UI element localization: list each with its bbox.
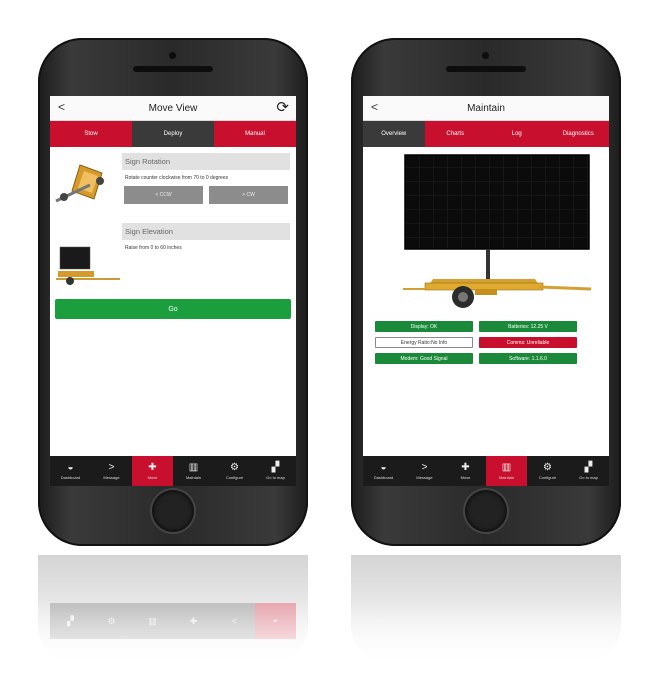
- move-view-screen: < Move View ⟳ Stow Deploy Manual Sign Ro…: [50, 96, 296, 486]
- bottom-nav: ◒ Dashboard > Message ✚ Move ▥ Maintain …: [50, 456, 296, 486]
- phone-reflection-right: [351, 555, 621, 665]
- status-modem: Modem: Good Signal: [375, 353, 473, 364]
- status-batteries: Batteries: 12.25 V: [479, 321, 577, 332]
- chevron-right-icon: >: [421, 462, 428, 473]
- map-icon: ▞: [271, 462, 280, 473]
- nav-dashboard[interactable]: ◒ Dashboard: [50, 456, 91, 486]
- nav-go-to-map[interactable]: ▞ Go to map: [255, 456, 296, 486]
- bottom-nav: ◒ Dashboard > Message ✚ Move ▥ Maintain …: [363, 456, 609, 486]
- nav-go-to-map[interactable]: ▞ Go to map: [568, 456, 609, 486]
- nav-message[interactable]: > Message: [404, 456, 445, 486]
- back-icon[interactable]: <: [58, 100, 65, 114]
- move-icon: ✚: [461, 462, 470, 473]
- back-icon[interactable]: <: [371, 100, 378, 114]
- sign-elevation-description: Raise from 0 to 60 inches: [125, 245, 182, 251]
- status-software: Software: 1.1.6.0: [479, 353, 577, 364]
- move-tabs: Stow Deploy Manual: [50, 121, 296, 147]
- bar-chart-icon: ▥: [501, 462, 512, 473]
- dashboard-icon: ◒: [67, 462, 74, 473]
- phone-move-view: < Move View ⟳ Stow Deploy Manual Sign Ro…: [38, 38, 308, 546]
- header-bar: < Move View ⟳: [50, 96, 296, 121]
- nav-configure[interactable]: ⚙ Configure: [214, 456, 255, 486]
- cw-button[interactable]: > CW: [209, 186, 288, 204]
- phone-maintain: < Maintain Overview Charts Log Diagnosti…: [351, 38, 621, 546]
- nav-message[interactable]: > Message: [91, 456, 132, 486]
- nav-move[interactable]: ✚ Move: [132, 456, 173, 486]
- sign-rotation-section: Sign Rotation Rotate counter clockwise f…: [50, 151, 296, 221]
- earpiece-speaker: [133, 66, 213, 72]
- nav-maintain[interactable]: ▥ Maintain: [173, 456, 214, 486]
- sign-rotation-description: Rotate counter clockwise from 70 to 0 de…: [125, 175, 229, 181]
- sign-elevation-title: Sign Elevation: [122, 223, 290, 240]
- tab-stow[interactable]: Stow: [50, 121, 132, 147]
- sign-rotation-title: Sign Rotation: [122, 153, 290, 170]
- tab-diagnostics[interactable]: Diagnostics: [547, 121, 609, 147]
- home-button[interactable]: [152, 490, 194, 532]
- page-title: Maintain: [467, 102, 505, 114]
- nav-dashboard[interactable]: ◒ Dashboard: [363, 456, 404, 486]
- message-board-trailer-image: [363, 153, 609, 313]
- tab-overview[interactable]: Overview: [363, 121, 425, 147]
- front-camera: [169, 52, 176, 59]
- maintain-screen: < Maintain Overview Charts Log Diagnosti…: [363, 96, 609, 486]
- phone-reflection-left: ▞ ⚙ ▥ ✚ < ◓: [38, 555, 308, 665]
- nav-move[interactable]: ✚ Move: [445, 456, 486, 486]
- status-grid: Display: OK Batteries: 12.25 V Energy Ra…: [375, 321, 609, 364]
- move-icon: ✚: [148, 462, 157, 473]
- share-icon: ⚙: [543, 462, 552, 473]
- ccw-button[interactable]: < CCW: [124, 186, 203, 204]
- share-icon: ⚙: [230, 462, 239, 473]
- chevron-right-icon: >: [108, 462, 115, 473]
- status-energy-ratio: Energy Ratio:No Info: [375, 337, 473, 348]
- earpiece-speaker: [446, 66, 526, 72]
- page-title: Move View: [148, 102, 198, 114]
- sign-elevation-section: Sign Elevation Raise from 0 to 60 inches: [50, 221, 296, 291]
- dashboard-icon: ◒: [380, 462, 387, 473]
- status-comms: Comms: Unreliable: [479, 337, 577, 348]
- header-bar: < Maintain: [363, 96, 609, 121]
- maintain-tabs: Overview Charts Log Diagnostics: [363, 121, 609, 147]
- bar-chart-icon: ▥: [188, 462, 199, 473]
- tab-manual[interactable]: Manual: [214, 121, 296, 147]
- rotation-trailer-image: [50, 151, 122, 221]
- tab-charts[interactable]: Charts: [424, 121, 486, 147]
- tab-log[interactable]: Log: [486, 121, 548, 147]
- elevation-trailer-image: [50, 221, 122, 291]
- tab-deploy[interactable]: Deploy: [132, 121, 214, 147]
- go-button[interactable]: Go: [55, 299, 291, 319]
- status-display: Display: OK: [375, 321, 473, 332]
- nav-configure[interactable]: ⚙ Configure: [527, 456, 568, 486]
- nav-maintain[interactable]: ▥ Maintain: [486, 456, 527, 486]
- home-button[interactable]: [465, 490, 507, 532]
- map-icon: ▞: [584, 462, 593, 473]
- front-camera: [482, 52, 489, 59]
- refresh-icon[interactable]: ⟳: [276, 98, 289, 116]
